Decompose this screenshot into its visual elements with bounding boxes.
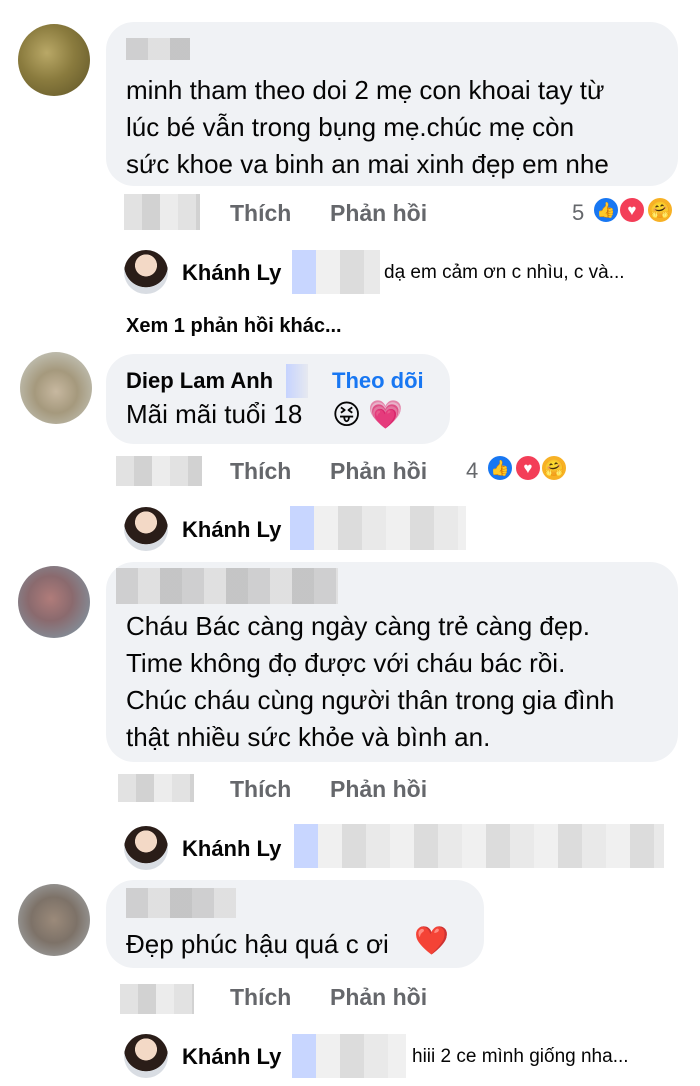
comment-text: Đẹp phúc hậu quá c ơi <box>126 929 389 959</box>
like-icon: 👍 <box>592 196 620 224</box>
comment-text-line: lúc bé vẫn trong bụng mẹ.chúc mẹ còn <box>126 112 575 142</box>
blurred-reply-mark <box>290 506 314 550</box>
reply-button[interactable]: Phản hồi <box>330 458 427 485</box>
blurred-author-name <box>126 888 236 918</box>
blurred-author-name <box>116 568 338 604</box>
commenter-avatar[interactable] <box>18 566 90 638</box>
like-button[interactable]: Thích <box>230 200 291 227</box>
comment-bubble: Diep Lam Anh Theo dõi Mãi mãi tuổi 18 😝 … <box>106 354 450 444</box>
reply-author-name[interactable]: Khánh Ly <box>182 260 281 286</box>
comment-bubble: minh tham theo doi 2 mẹ con khoai tay từ… <box>106 22 678 186</box>
reply-text: dạ em cảm ơn c nhìu, c và... <box>384 262 625 283</box>
blurred-reply-text <box>318 824 664 868</box>
reply-author-name[interactable]: Khánh Ly <box>182 1044 281 1070</box>
blurred-timestamp <box>124 194 200 230</box>
comment-text-line: sức khoe va binh an mai xinh đẹp em nhe <box>126 149 609 179</box>
comment-text-line: Chúc cháu cùng người thân trong gia đình <box>126 685 615 715</box>
reply-author-name[interactable]: Khánh Ly <box>182 517 281 543</box>
blurred-author-name <box>126 38 190 60</box>
reaction-count[interactable]: 4 <box>466 458 478 484</box>
squinting-tongue-emoji: 😝 <box>332 399 362 430</box>
blurred-badge <box>286 364 308 398</box>
care-icon: 🤗 <box>646 196 674 224</box>
reply-button[interactable]: Phản hồi <box>330 984 427 1011</box>
blurred-reply-mark <box>294 824 318 868</box>
like-icon: 👍 <box>486 454 514 482</box>
comment-bubble: Cháu Bác càng ngày càng trẻ càng đẹp. Ti… <box>106 562 678 762</box>
love-icon: ♥ <box>618 196 646 224</box>
comment-text-line: thật nhiều sức khỏe và bình an. <box>126 722 491 752</box>
blurred-timestamp <box>118 774 194 802</box>
blurred-reply-text <box>314 506 466 550</box>
comment-text: Mãi mãi tuổi 18 <box>126 399 303 429</box>
reply-button[interactable]: Phản hồi <box>330 776 427 803</box>
commenter-avatar[interactable] <box>18 884 90 956</box>
reply-avatar[interactable] <box>124 826 168 870</box>
love-icon: ♥ <box>514 454 542 482</box>
blurred-timestamp <box>116 456 202 486</box>
heart-emoji: ❤️ <box>414 925 449 956</box>
heart-emoji: 💗 <box>368 399 403 430</box>
like-button[interactable]: Thích <box>230 458 291 485</box>
reply-avatar[interactable] <box>124 250 168 294</box>
like-button[interactable]: Thích <box>230 984 291 1011</box>
follow-link[interactable]: Theo dõi <box>332 368 424 394</box>
blurred-reply-text <box>316 1034 406 1078</box>
reply-avatar[interactable] <box>124 507 168 551</box>
blurred-reply-mark <box>292 1034 316 1078</box>
comment-bubble: Đẹp phúc hậu quá c ơi ❤️ <box>106 880 484 968</box>
blurred-reply-text <box>316 250 380 294</box>
care-icon: 🤗 <box>540 454 568 482</box>
author-name[interactable]: Diep Lam Anh <box>126 368 273 394</box>
view-more-replies-link[interactable]: Xem 1 phản hồi khác... <box>126 315 342 338</box>
reaction-count[interactable]: 5 <box>572 200 584 226</box>
reply-text: hiii 2 ce mình giống nha... <box>412 1046 629 1067</box>
blurred-reply-mark <box>292 250 316 294</box>
comment-text-line: minh tham theo doi 2 mẹ con khoai tay từ <box>126 75 605 105</box>
blurred-timestamp <box>120 984 194 1014</box>
reply-author-name[interactable]: Khánh Ly <box>182 836 281 862</box>
like-button[interactable]: Thích <box>230 776 291 803</box>
commenter-avatar[interactable] <box>20 352 92 424</box>
comment-text-line: Cháu Bác càng ngày càng trẻ càng đẹp. <box>126 611 590 641</box>
commenter-avatar[interactable] <box>18 24 90 96</box>
comment-text-line: Time không đọ được với cháu bác rồi. <box>126 648 566 678</box>
reply-button[interactable]: Phản hồi <box>330 200 427 227</box>
reply-avatar[interactable] <box>124 1034 168 1078</box>
